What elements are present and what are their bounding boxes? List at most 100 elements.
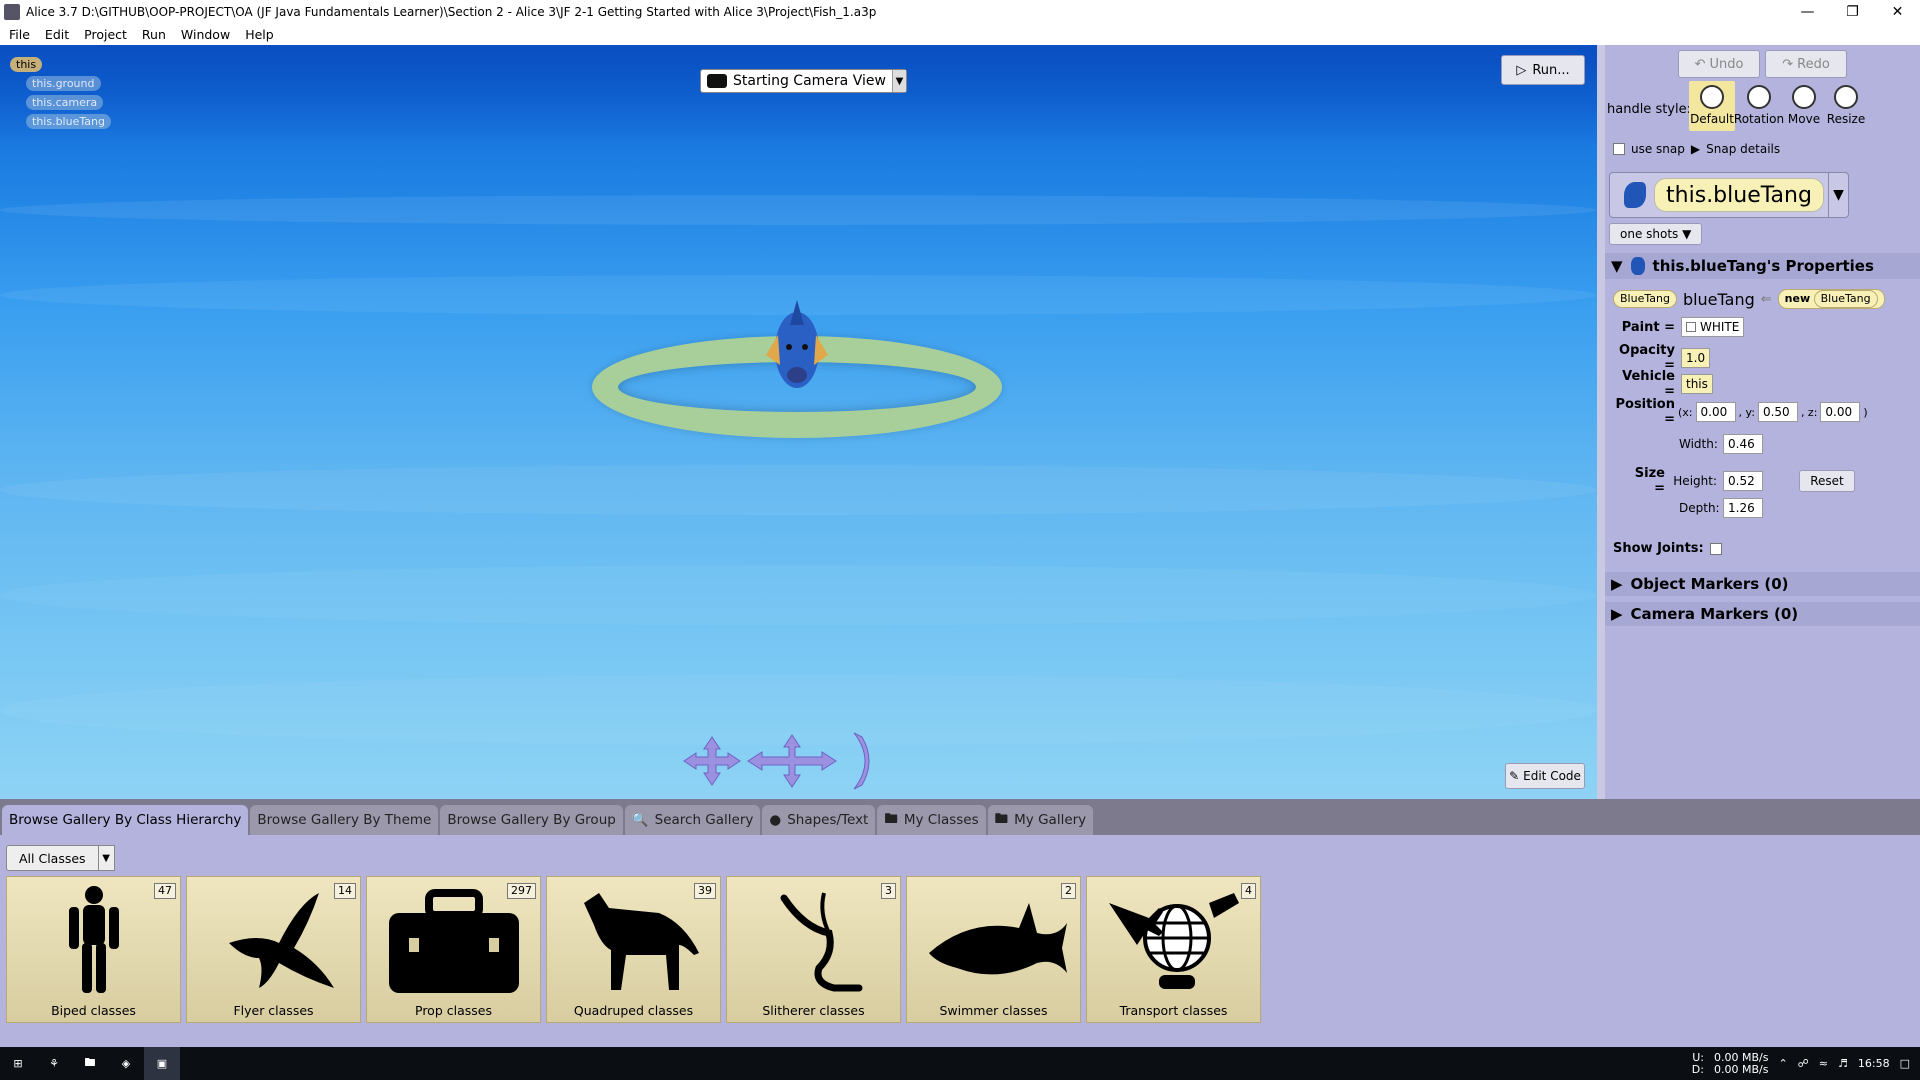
alice-taskbar-icon[interactable]: ◈ <box>108 1047 144 1080</box>
undo-label: Undo <box>1709 56 1744 72</box>
clock[interactable]: 16:58 <box>1858 1057 1890 1070</box>
chevron-up-icon[interactable]: ⌃ <box>1778 1057 1787 1070</box>
opacity-value[interactable]: 1.0 <box>1681 348 1711 368</box>
position-x-field[interactable]: 0.00 <box>1695 402 1736 422</box>
expand-triangle-icon[interactable]: ▶ <box>1691 142 1700 156</box>
bluetang-icon <box>1624 182 1646 208</box>
properties-header[interactable]: ▼ this.blueTang's Properties <box>1605 253 1920 279</box>
run-button-label: Run... <box>1532 62 1570 78</box>
wifi-icon[interactable]: ≈ <box>1819 1057 1828 1070</box>
close-button[interactable]: ✕ <box>1875 0 1920 24</box>
show-joints-checkbox[interactable] <box>1709 542 1722 555</box>
security-shield-icon[interactable]: ⚘ <box>36 1047 72 1080</box>
tab-label: Browse Gallery By Theme <box>257 812 432 828</box>
tree-node-camera[interactable]: this.camera <box>26 95 104 110</box>
use-snap-checkbox[interactable] <box>1613 143 1625 155</box>
redo-button[interactable]: ↷ Redo <box>1765 50 1847 78</box>
handle-style-rotation[interactable]: Rotation <box>1734 81 1784 131</box>
tab-group[interactable]: Browse Gallery By Group <box>440 805 623 835</box>
tab-class-hierarchy[interactable]: Browse Gallery By Class Hierarchy <box>2 805 249 835</box>
tree-node-this[interactable]: this <box>10 57 43 72</box>
class-count-badge: 47 <box>154 883 176 899</box>
paint-value[interactable]: WHITE <box>1681 317 1745 337</box>
one-shots-button[interactable]: one shots ▼ <box>1609 223 1703 245</box>
object-markers-section[interactable]: ▶ Object Markers (0) <box>1605 572 1920 596</box>
gallery-card-prop[interactable]: 297 Prop classes <box>366 876 541 1023</box>
tab-my-classes[interactable]: 🖿 My Classes <box>877 805 986 835</box>
position-y-field[interactable]: 0.50 <box>1757 402 1798 422</box>
type-tile[interactable]: BlueTang <box>1613 290 1677 308</box>
selected-object-dropdown[interactable]: this.blueTang ▼ <box>1609 172 1849 218</box>
camera-view-selector[interactable]: Starting Camera View ▼ <box>700 69 907 93</box>
position-z-field[interactable]: 0.00 <box>1820 402 1861 422</box>
flyer-icon <box>228 893 334 988</box>
handle-style-default[interactable]: Default <box>1689 81 1735 131</box>
active-window-taskbar-icon[interactable]: ▣ <box>144 1047 180 1080</box>
edit-code-button[interactable]: ✎ Edit Code <box>1505 763 1585 789</box>
gallery-card-swimmer[interactable]: 2 Swimmer classes <box>906 876 1081 1023</box>
reset-size-button[interactable]: Reset <box>1799 470 1855 492</box>
tab-search-gallery[interactable]: 🔍 Search Gallery <box>624 805 761 835</box>
new-instance-tile[interactable]: new BlueTang <box>1777 289 1885 309</box>
network-speed: 0.00 MB/s 0.00 MB/s <box>1714 1051 1768 1076</box>
maximize-button[interactable]: ❐ <box>1830 0 1875 24</box>
width-field[interactable]: 0.46 <box>1723 434 1763 454</box>
class-filter-label: All Classes <box>6 845 99 871</box>
tab-shapes-text[interactable]: ● Shapes/Text <box>762 805 876 835</box>
panel-splitter[interactable] <box>1597 45 1605 799</box>
pos-y-label: , y: <box>1738 405 1755 419</box>
tab-label: Browse Gallery By Class Hierarchy <box>9 812 242 828</box>
bluetang-fish-model[interactable] <box>752 295 842 405</box>
object-markers-label: Object Markers (0) <box>1630 575 1789 593</box>
camera-navigation-handles[interactable] <box>672 725 922 795</box>
handle-style-label-move: Move <box>1787 112 1821 126</box>
gallery-card-quadruped[interactable]: 39 Quadruped classes <box>546 876 721 1023</box>
file-explorer-icon[interactable]: 🖿 <box>72 1047 108 1080</box>
menu-file[interactable]: File <box>0 27 36 42</box>
snap-details-link[interactable]: Snap details <box>1706 142 1780 156</box>
volume-icon[interactable]: ♬ <box>1838 1057 1848 1070</box>
gallery-card-biped[interactable]: 47 Biped classes <box>6 876 181 1023</box>
quadruped-icon <box>583 893 699 990</box>
title-bar: Alice 3.7 D:\GITHUB\OOP-PROJECT\OA (JF J… <box>0 0 1920 24</box>
pos-x-label: (x: <box>1678 405 1693 419</box>
network-icon[interactable]: ☍ <box>1798 1057 1809 1070</box>
tab-my-gallery[interactable]: 🖿 My Gallery <box>987 805 1094 835</box>
minimize-button[interactable]: — <box>1785 0 1830 24</box>
handle-style-resize[interactable]: Resize <box>1823 81 1869 131</box>
menu-window[interactable]: Window <box>172 27 236 42</box>
notification-icon[interactable]: □ <box>1900 1057 1910 1070</box>
undo-button[interactable]: ↶ Undo <box>1678 50 1760 78</box>
class-filter-dropdown[interactable]: All Classes ▼ <box>6 845 115 871</box>
menu-project[interactable]: Project <box>75 27 133 42</box>
collapse-triangle-icon: ▼ <box>1611 257 1623 275</box>
menu-help[interactable]: Help <box>236 27 280 42</box>
depth-field[interactable]: 1.26 <box>1723 498 1763 518</box>
tree-node-bluetang[interactable]: this.blueTang <box>26 114 111 129</box>
height-field[interactable]: 0.52 <box>1723 471 1763 491</box>
chevron-down-icon[interactable]: ▼ <box>891 70 906 92</box>
windows-start-icon[interactable]: ⊞ <box>0 1047 36 1080</box>
menu-bar: File Edit Project Run Window Help <box>0 24 1920 45</box>
handle-style-label: handle style: <box>1607 102 1691 117</box>
camera-markers-section[interactable]: ▶ Camera Markers (0) <box>1605 602 1920 626</box>
menu-run[interactable]: Run <box>133 27 172 42</box>
tree-node-ground[interactable]: this.ground <box>26 76 101 91</box>
menu-edit[interactable]: Edit <box>36 27 75 42</box>
system-tray: U: D: 0.00 MB/s 0.00 MB/s ⌃ ☍ ≈ ♬ 16:58 … <box>1692 1047 1920 1080</box>
default-handle-icon <box>1700 85 1724 109</box>
chevron-down-icon[interactable]: ▼ <box>1828 173 1848 217</box>
handle-style-move[interactable]: Move <box>1781 81 1827 131</box>
snap-row: use snap ▶ Snap details <box>1613 142 1780 156</box>
gallery-card-flyer[interactable]: 14 Flyer classes <box>186 876 361 1023</box>
chevron-down-icon[interactable]: ▼ <box>98 845 115 871</box>
tab-theme[interactable]: Browse Gallery By Theme <box>250 805 439 835</box>
run-button[interactable]: ▷ Run... <box>1501 55 1585 85</box>
scene-viewport[interactable]: this this.ground this.camera this.blueTa… <box>0 45 1597 799</box>
use-snap-label: use snap <box>1631 142 1685 156</box>
handle-style-label-resize: Resize <box>1826 112 1866 126</box>
play-icon: ▷ <box>1516 62 1527 78</box>
gallery-card-transport[interactable]: 4 Transport classes <box>1086 876 1261 1023</box>
gallery-card-slitherer[interactable]: 3 Slitherer classes <box>726 876 901 1023</box>
vehicle-value[interactable]: this <box>1681 374 1713 394</box>
